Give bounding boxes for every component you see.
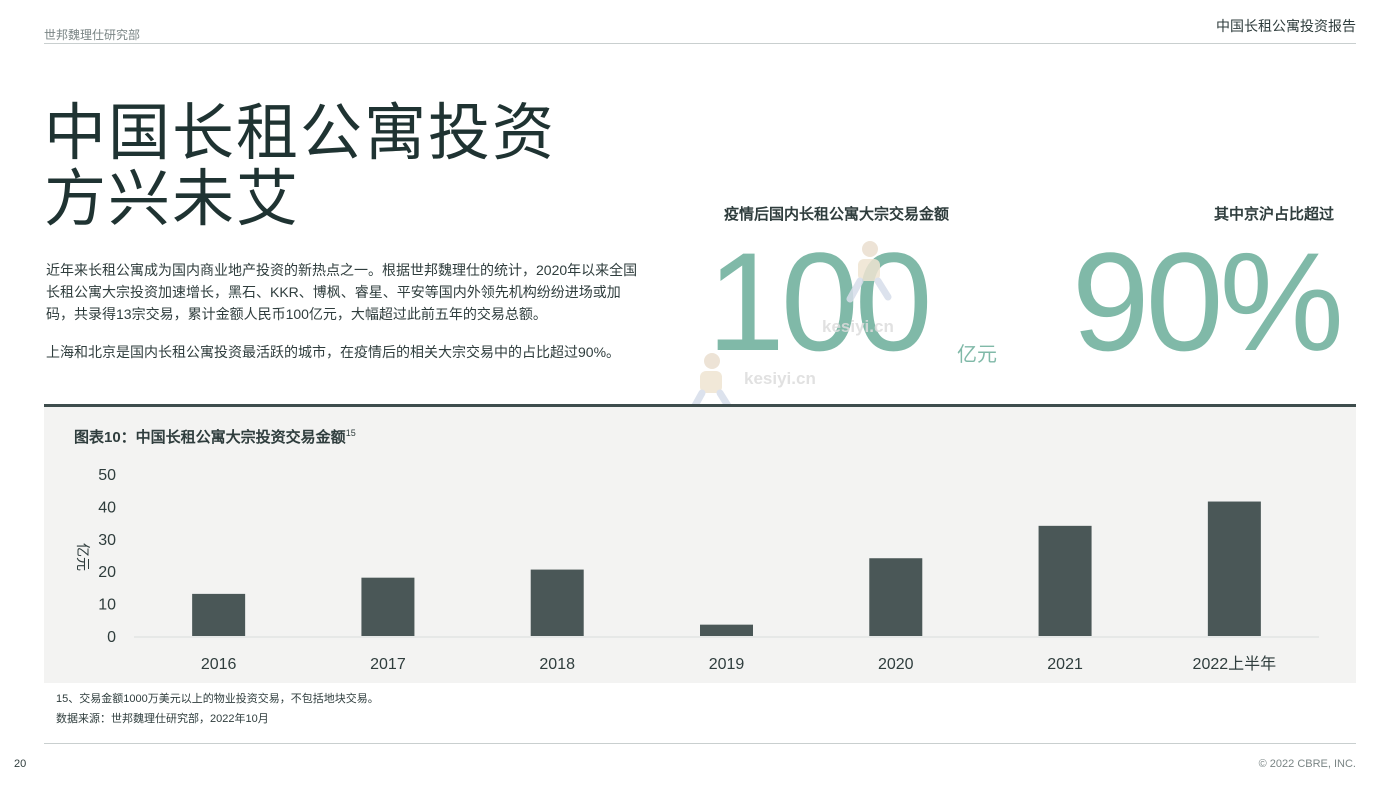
y-tick-label: 20 xyxy=(98,564,116,581)
y-tick-label: 0 xyxy=(107,629,116,646)
bar-2021 xyxy=(1038,525,1092,636)
bar-2018 xyxy=(530,569,584,636)
x-tick-label: 2016 xyxy=(201,656,237,673)
kpi-amount-unit: 亿元 xyxy=(957,344,997,366)
x-tick-label: 2019 xyxy=(709,656,745,673)
intro-paragraph: 近年来长租公寓成为国内商业地产投资的新热点之一。根据世邦魏理仕的统计，2020年… xyxy=(46,262,638,322)
x-tick-label: 2021 xyxy=(1047,656,1083,673)
y-tick-label: 40 xyxy=(98,499,116,516)
x-tick-label: 2022上半年 xyxy=(1193,655,1277,673)
copyright-notice: © 2022 CBRE, INC. xyxy=(1258,758,1356,770)
watermark: kesiyi.cn xyxy=(822,241,894,337)
footnote-source: 数据来源：世邦魏理仕研究部，2022年10月 xyxy=(56,713,269,725)
bar-2016 xyxy=(192,593,246,636)
header-report-title: 中国长租公寓投资报告 xyxy=(1216,18,1356,34)
y-axis-ticks: 0 10 20 30 40 50 xyxy=(98,467,116,646)
page-title-line2: 方兴未艾 xyxy=(44,162,301,235)
kpi-amount-label: 疫情后国内长租公寓大宗交易金额 xyxy=(724,206,950,223)
bar-series xyxy=(192,501,1261,636)
city-share-paragraph: 上海和北京是国内长租公寓投资最活跃的城市，在疫情后的相关大宗交易中的占比超过90… xyxy=(46,344,621,360)
watermark-text: kesiyi.cn xyxy=(822,317,894,336)
kpi-share-label: 其中京沪占比超过 xyxy=(1213,206,1334,223)
x-tick-label: 2020 xyxy=(878,656,914,673)
footer-divider xyxy=(44,743,1356,744)
bar-2020 xyxy=(869,558,923,636)
x-tick-label: 2017 xyxy=(370,656,406,673)
kpi-share-value: 90% xyxy=(1071,223,1344,380)
y-tick-label: 30 xyxy=(98,532,116,549)
page-title: 中国长租公寓投资 方兴未艾 xyxy=(44,100,664,232)
bar-2019 xyxy=(700,624,753,636)
header-department: 世邦魏理仕研究部 xyxy=(44,28,141,42)
bar-2017 xyxy=(361,577,415,636)
page-number: 20 xyxy=(14,758,27,770)
watermark-figure-icon xyxy=(846,241,892,303)
x-axis-ticks: 2016 2017 2018 2019 2020 2021 2022上半年 xyxy=(201,655,1276,673)
watermark: kesiyi.cn xyxy=(688,353,816,415)
watermark-text: kesiyi.cn xyxy=(744,369,816,388)
header-divider xyxy=(44,43,1356,44)
bar-chart: 0 10 20 30 40 50 2016 2017 2018 2019 2020 2021 2022… xyxy=(74,467,1319,673)
footnote-definition: 15、交易金额1000万美元以上的物业投资交易，不包括地块交易。 xyxy=(56,693,379,705)
y-tick-label: 10 xyxy=(98,597,116,614)
y-axis-label: 亿元 xyxy=(74,543,90,571)
bar-2022上半年 xyxy=(1207,501,1261,636)
page-title-line1: 中国长租公寓投资 xyxy=(44,96,557,169)
x-tick-label: 2018 xyxy=(539,656,575,673)
y-tick-label: 50 xyxy=(98,467,116,484)
